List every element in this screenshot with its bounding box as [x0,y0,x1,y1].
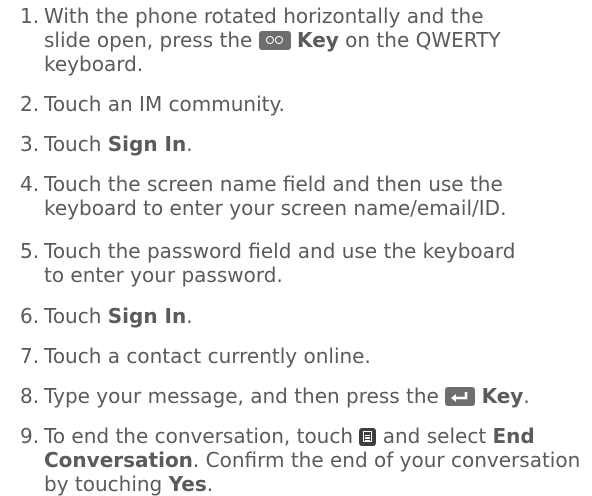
step-text-line: to enter your password. [44,263,589,287]
step-text-line: keyboard to enter your screen name/email… [44,196,589,220]
list-item: 6. Touch Sign In. [0,304,592,328]
step-text-line: by touching Yes. [44,472,589,496]
list-item: 4. Touch the screen name field and then u… [0,172,592,220]
list-item: 7. Touch a contact currently online. [0,344,592,368]
text-run: to enter your password. [44,263,283,287]
list-item: 5. Touch the password field and use the k… [0,239,592,287]
text-run: keyboard to enter your screen name/email… [44,196,507,220]
list-item: 9. To end the conversation, touch and sel… [0,424,592,496]
step-text-line: With the phone rotated horizontally and … [44,4,589,28]
bold-term: Yes [168,472,207,496]
list-item: 8. Type your message, and then press the … [0,384,592,408]
bold-term: Key [297,28,339,52]
menu-key-icon [359,428,377,446]
list-item: 3. Touch Sign In. [0,132,592,156]
step-text-line: keyboard. [44,52,589,76]
step-text-line: Touch the password field and use the key… [44,239,589,263]
text-run: Touch an IM community. [44,92,285,116]
step-number: 1. [20,4,40,28]
bold-term: Sign In [107,132,187,156]
step-number: 9. [20,424,40,448]
text-run: Touch [44,132,108,156]
text-run: To end the conversation, touch [44,424,360,448]
step-text-line: Touch Sign In. [44,304,589,328]
text-run: and select [376,424,493,448]
step-number: 5. [20,239,40,263]
text-run: on the QWERTY [338,28,501,52]
text-run: Touch the password field and use the key… [44,239,516,263]
text-run: Touch a contact currently online. [44,344,371,368]
text-run: With the phone rotated horizontally and … [44,4,484,28]
step-text-line: Conversation. Confirm the end of your co… [44,448,589,472]
text-run: . [186,132,193,156]
step-number: 4. [20,172,40,196]
step-text-line: Touch the screen name field and then use… [44,172,589,196]
step-number: 6. [20,304,40,328]
bold-term: Sign In [107,304,187,328]
voice-key-icon [258,31,291,50]
text-run: . [206,472,214,496]
text-run: . [523,384,530,408]
text-run: slide open, press the [44,28,259,52]
step-text-line: slide open, press the Key on the QWERTY [44,28,589,52]
step-text-line: Touch Sign In. [44,132,589,156]
step-text-line: Touch a contact currently online. [44,344,589,368]
text-run: . Confirm the end of your conversation [192,448,581,472]
step-number: 7. [20,344,40,368]
text-run: Touch [44,304,108,328]
enter-key-icon [445,387,476,406]
step-text-line: To end the conversation, touch and selec… [44,424,589,448]
text-run: keyboard. [44,52,144,76]
step-number: 2. [20,92,40,116]
text-run: Type your message, and then press the [44,384,446,408]
list-item: 1. With the phone rotated horizontally an… [0,4,592,76]
list-item: 2. Touch an IM community. [0,92,592,116]
bold-term: End [492,424,535,448]
step-text-line: Touch an IM community. [44,92,589,116]
text-run: . [186,304,193,328]
step-number: 3. [20,132,40,156]
step-number: 8. [20,384,40,408]
text-run: Touch the screen name field and then use… [44,172,503,196]
bold-term: Key [481,384,524,408]
text-run: by touching [44,472,169,496]
bold-term: Conversation [44,448,193,472]
step-text-line: Type your message, and then press the Ke… [44,384,589,408]
